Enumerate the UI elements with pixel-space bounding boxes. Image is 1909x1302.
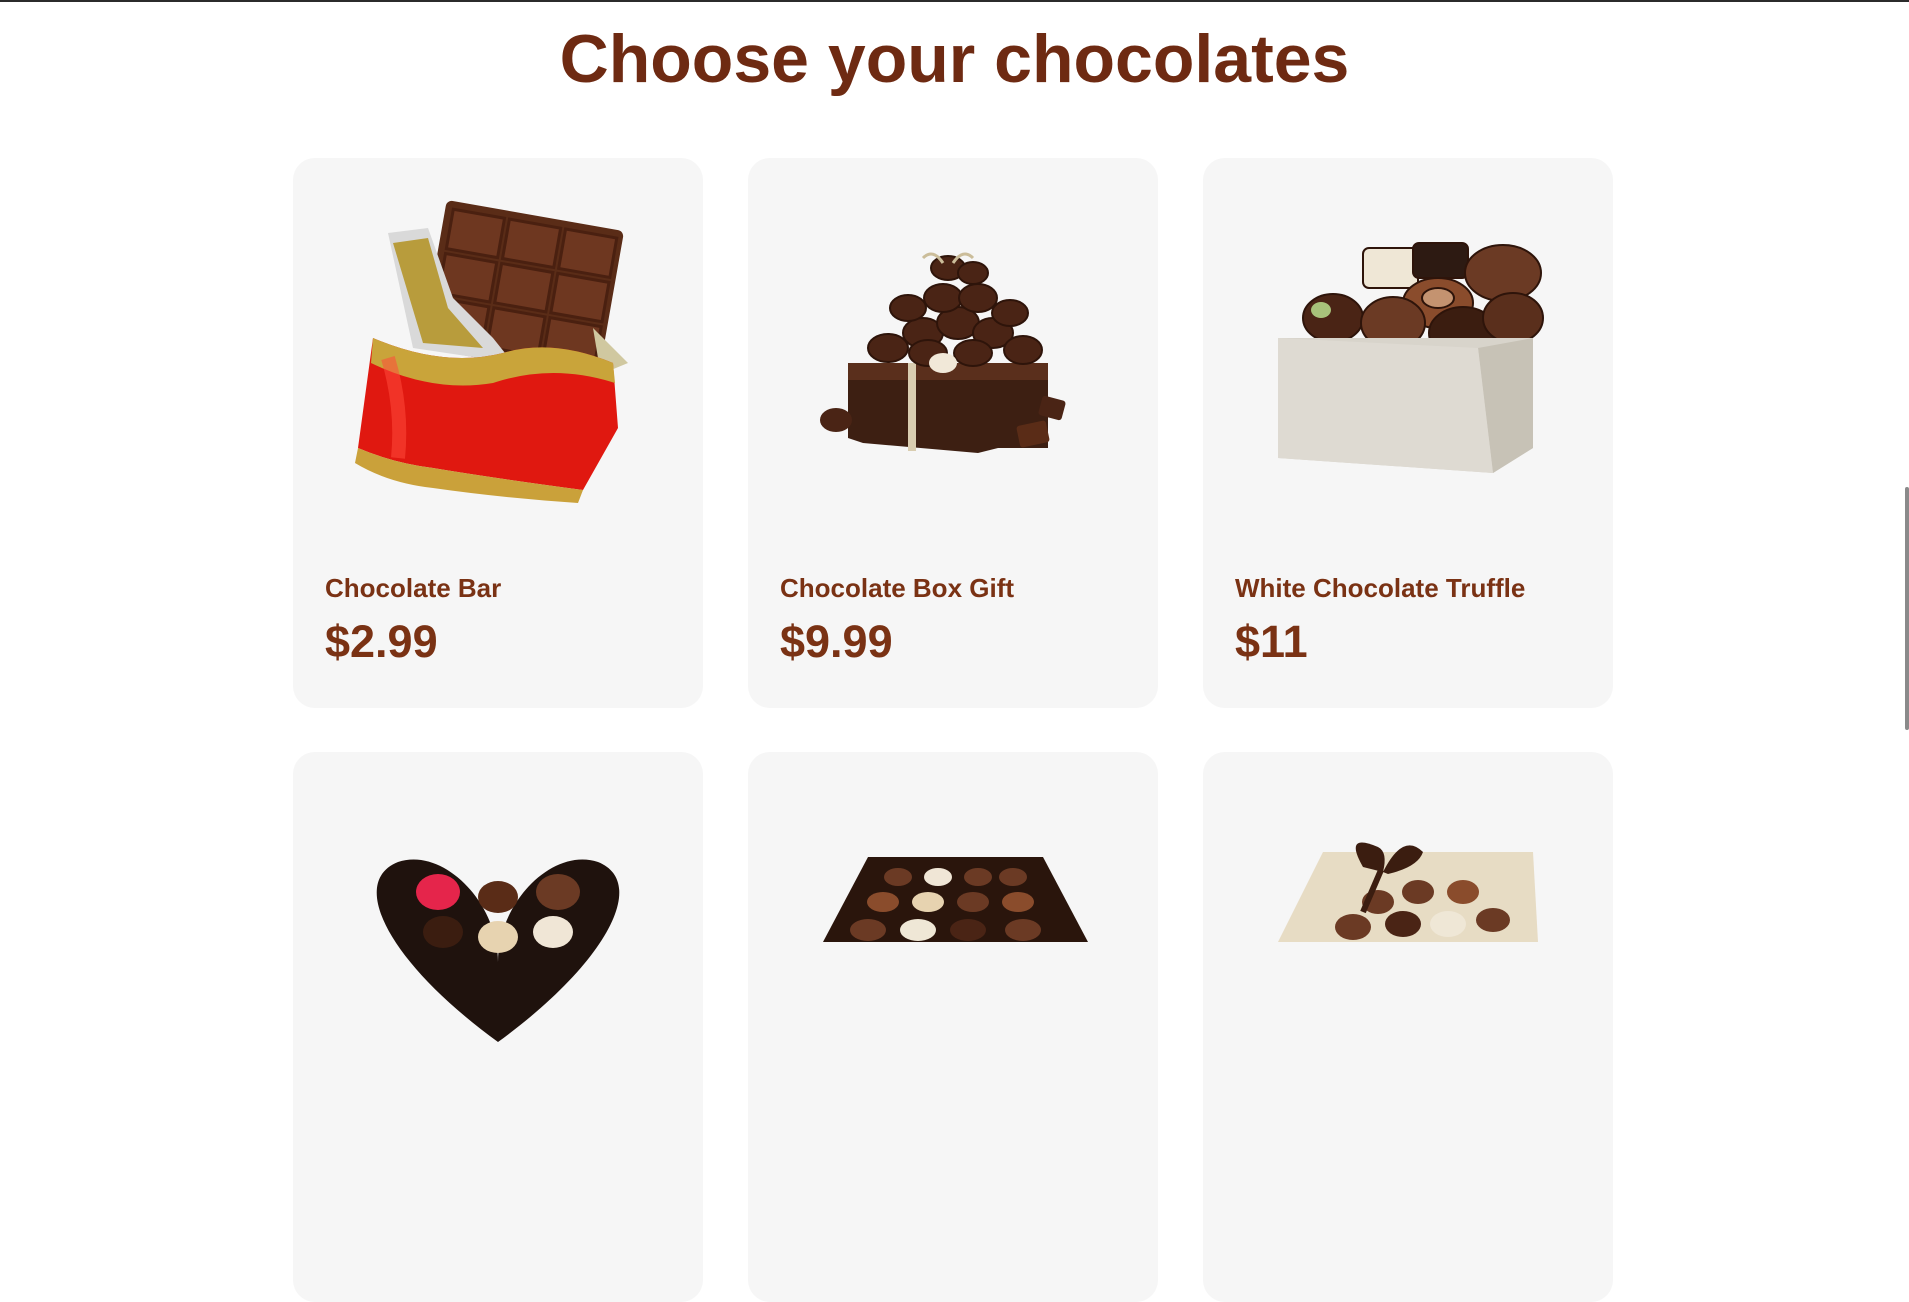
chocolate-box-gift-image: [748, 158, 1158, 558]
scrollbar[interactable]: [1905, 2, 1909, 952]
scrollbar-thumb[interactable]: [1905, 487, 1909, 730]
product-card-square-assortment[interactable]: [748, 752, 1158, 1302]
product-price: $9.99: [780, 616, 893, 667]
heart-chocolate-box-image: [293, 752, 703, 1152]
page-title: Choose your chocolates: [559, 21, 1350, 97]
product-card-chocolate-bar[interactable]: Chocolate Bar $2.99: [293, 158, 703, 708]
product-price: $2.99: [325, 616, 438, 667]
chocolate-bar-image: [293, 158, 703, 558]
product-card-white-chocolate-truffle[interactable]: White Chocolate Truffle $11: [1203, 158, 1613, 708]
product-card-chocolate-box-gift[interactable]: Chocolate Box Gift $9.99: [748, 158, 1158, 708]
product-name: Chocolate Bar: [325, 573, 502, 603]
white-chocolate-truffle-image: [1203, 158, 1613, 558]
product-name: Chocolate Box Gift: [780, 573, 1015, 603]
top-border: [0, 0, 1909, 2]
product-card-ribbon-box[interactable]: [1203, 752, 1613, 1302]
product-name: White Chocolate Truffle: [1235, 573, 1526, 603]
product-card-heart-box[interactable]: [293, 752, 703, 1302]
square-chocolate-assortment-image: [748, 752, 1158, 1152]
ribbon-chocolate-box-image: [1203, 752, 1613, 1152]
product-price: $11: [1235, 616, 1308, 667]
